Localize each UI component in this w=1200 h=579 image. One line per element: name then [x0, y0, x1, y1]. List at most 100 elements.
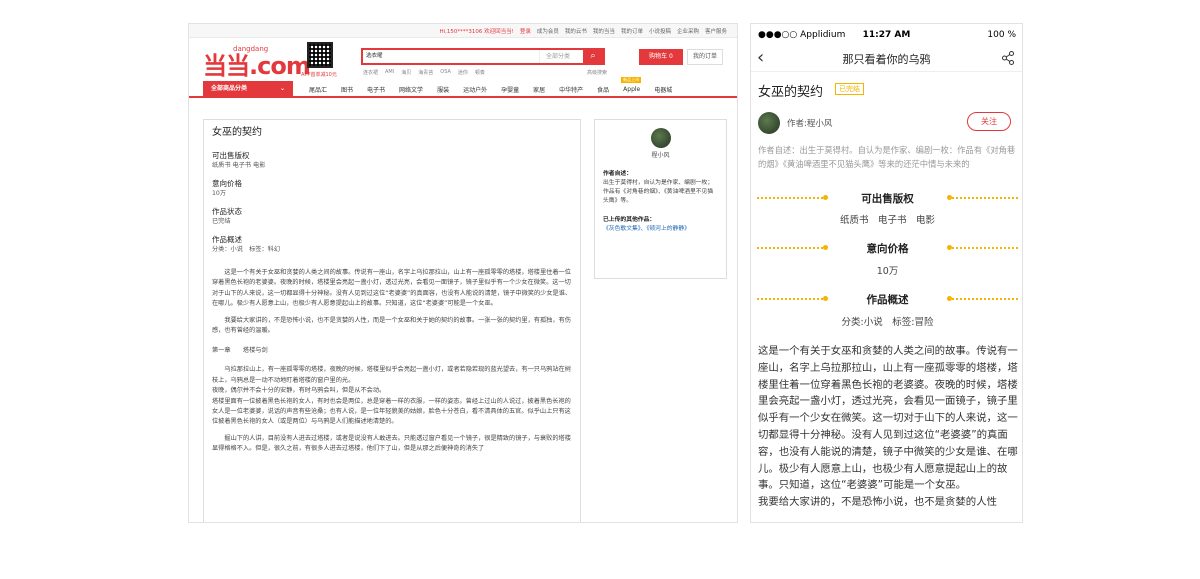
other-works-links[interactable]: 《灰色歌文集》、《顿河上的静静》: [603, 225, 718, 234]
hot-word[interactable]: 海贝: [401, 69, 411, 76]
hot-word[interactable]: 连衣裙: [363, 69, 378, 76]
summary-section-heading: 作品概述: [751, 292, 1022, 307]
top-link[interactable]: 客户服务: [705, 27, 727, 35]
other-works-label: 已上传的其他作品：: [603, 217, 656, 223]
header: dangdang 当当.com APP首单减10元 选衣曜 全部分类 ⌕ 连衣裙…: [189, 38, 737, 82]
nav-item[interactable]: 服装: [437, 85, 449, 94]
summary-paragraph: 这是一个有关于女巫和贪婪的人类之间的故事。传说有一座山，名字上乌拉那拉山，山上有…: [212, 269, 572, 308]
battery: 100 %: [987, 30, 1016, 40]
category-nav: 全部商品分类 ⌄ 尾品汇 图书 电子书 网络文学 服装 运动户外 孕婴童 家居 …: [189, 76, 737, 98]
follow-button[interactable]: 关注: [967, 112, 1011, 131]
author-name[interactable]: 作者:程小风: [787, 117, 832, 129]
summary-paragraph: 我要给大家讲的，不是恐怖小说，也不是贪婪的人性，而是一个女巫和关于她的契约的故事…: [212, 316, 571, 335]
author-card: 程小风 作者自述： 出生于莫得村，自认为是作家、编剧一枚；作品有《对角巷的烟》、…: [594, 119, 727, 279]
become-member-link[interactable]: 成为会员: [537, 27, 559, 35]
chapter-paragraph: 乌拉那拉山上，有一座孤零零的塔楼，夜晚的时候，塔楼里似乎会亮起一盏小灯，或者若隐…: [212, 366, 571, 384]
price-section-heading: 意向价格: [751, 241, 1022, 256]
desktop-page: Hi,150****3106 欢迎回当当! 登录 成为会员 我的云书 我的当当 …: [188, 23, 738, 523]
nav-item-apple[interactable]: 新品上市 Apple: [621, 76, 642, 93]
app-caption: APP首单减10元: [301, 72, 337, 78]
cart-button[interactable]: 购物车 0: [639, 49, 683, 65]
chapter-paragraph: 塔楼里面有一位披着黑色长袍的女人，有时也会是两位，总是穿着一样的衣服，一样的姿态…: [212, 397, 571, 426]
status-badge: 已完结: [835, 83, 864, 95]
nav-title: 那只看着你的乌鸦: [842, 53, 931, 66]
work-detail: 女巫的契约 可出售版权 纸质书 电子书 电影 意向价格 10万 作品状态 已完结…: [203, 119, 581, 522]
top-link[interactable]: 我的云书: [565, 27, 587, 35]
nav-item-label: Apple: [623, 85, 641, 93]
summary-tags: 分类:小说 标签:冒险: [841, 317, 934, 328]
search-input[interactable]: 选衣曜: [363, 50, 539, 63]
search-button[interactable]: ⌕: [583, 50, 603, 63]
top-link[interactable]: 我的当当: [593, 27, 615, 35]
rights-label: 可出售版权: [212, 151, 250, 160]
new-tag: 新品上市: [621, 76, 642, 83]
all-categories-button[interactable]: 全部商品分类 ⌄: [203, 81, 293, 97]
hot-word[interactable]: 顿奏: [475, 69, 485, 76]
summary-paragraph: 这是一个有关于女巫和贪婪的人类之间的故事。传说有一座山，名字上乌拉那拉山，山上有…: [758, 345, 1018, 492]
nav-item[interactable]: 图书: [341, 85, 353, 94]
author-avatar[interactable]: [650, 128, 671, 148]
nav-item[interactable]: 孕婴童: [501, 85, 519, 94]
dangdang-logo[interactable]: dangdang 当当.com: [203, 45, 311, 81]
app-bar: ‹ 那只看着你的乌鸦: [751, 46, 1022, 72]
hot-word[interactable]: AMI: [385, 69, 394, 76]
status-value: 已完结: [212, 218, 231, 225]
hot-word[interactable]: 迷你: [458, 69, 468, 76]
chevron-down-icon: ⌄: [279, 85, 285, 92]
hot-word[interactable]: OSA: [440, 69, 451, 76]
greeting: Hi,150****3106 欢迎回当当!: [439, 28, 514, 35]
rights-section-heading: 可出售版权: [751, 191, 1022, 206]
price-label: 意向价格: [866, 243, 909, 255]
nav-item[interactable]: 运动户外: [463, 85, 487, 94]
work-title: 女巫的契约: [212, 127, 262, 138]
chapter-paragraph: 夜晚，偶尔并不会十分的安静，有时乌鸦会叫，但是从不会动。: [212, 387, 386, 395]
hot-word[interactable]: 海青苔: [418, 69, 433, 76]
rights-value: 纸质书 电子书 电影: [839, 215, 935, 226]
logo-main: 当当.com: [203, 52, 311, 80]
summary-tags: 分类：小说 标签：科幻: [212, 246, 281, 253]
mobile-page: ●●●○○ Applidium 11:27 AM 100 % ‹ 那只看着你的乌…: [750, 23, 1023, 523]
hot-words: 连衣裙 AMI 海贝 海青苔 OSA 迷你 顿奏: [363, 69, 485, 76]
price-value: 10万: [212, 190, 227, 197]
summary-label: 作品概述: [212, 235, 242, 244]
author-avatar[interactable]: [758, 112, 780, 134]
status-label: 作品状态: [212, 207, 242, 216]
author-intro: 作者自述：出生于莫得村。自认为是作家、编剧一枚：作品有《对角巷的烟》《黄油啤酒里…: [758, 145, 1016, 169]
top-link[interactable]: 企业采购: [677, 27, 699, 35]
status-bar: ●●●○○ Applidium 11:27 AM 100 %: [751, 24, 1022, 46]
login-link[interactable]: 登录: [520, 27, 531, 35]
top-link[interactable]: 我的订单: [621, 27, 643, 35]
summary-label: 作品概述: [866, 294, 909, 306]
work-title: 女巫的契约: [758, 85, 824, 100]
nav-item[interactable]: 家居: [533, 85, 545, 94]
search-bar: 选衣曜 全部分类 ⌕: [361, 48, 605, 65]
search-icon: ⌕: [590, 51, 596, 61]
nav-item[interactable]: 食品: [597, 85, 609, 94]
rights-label: 可出售版权: [861, 193, 914, 205]
nav-item[interactable]: 电子书: [367, 85, 385, 94]
clock: 11:27 AM: [862, 30, 911, 40]
chapter-title: 第一章 塔楼与剑: [212, 347, 268, 355]
top-bar: Hi,150****3106 欢迎回当当! 登录 成为会员 我的云书 我的当当 …: [189, 24, 737, 38]
nav-item[interactable]: 中华特产: [559, 85, 583, 94]
author-self-label: 作者自述：: [603, 171, 632, 177]
nav-item[interactable]: 尾品汇: [309, 85, 327, 94]
search-category-select[interactable]: 全部分类: [539, 50, 583, 63]
summary-text: 这是一个有关于女巫和贪婪的人类之间的故事。传说有一座山，名字上乌拉那拉山，山上有…: [758, 343, 1018, 511]
share-icon[interactable]: [1002, 51, 1014, 65]
price-value: 10万: [876, 266, 899, 277]
all-categories-label: 全部商品分类: [211, 85, 248, 92]
qr-code-icon: [307, 42, 333, 68]
price-label: 意向价格: [212, 179, 242, 188]
my-orders-button[interactable]: 我的订单: [687, 49, 723, 65]
nav-item[interactable]: 网络文学: [399, 85, 423, 94]
author-self-text: 出生于莫得村，自认为是作家、编剧一枚；作品有《对角巷的烟》、《黄油啤酒里不见猫头…: [603, 180, 714, 204]
top-link[interactable]: 小说投稿: [649, 27, 671, 35]
nav-item[interactable]: 电器城: [654, 85, 672, 94]
author-name[interactable]: 程小风: [603, 151, 718, 160]
rights-value: 纸质书 电子书 电影: [212, 162, 266, 169]
logo-subtext: dangdang: [233, 45, 269, 53]
advanced-search-link[interactable]: 高级搜索: [587, 69, 607, 76]
summary-paragraph: 我要给大家讲的，不是恐怖小说，也不是贪婪的人性: [758, 496, 997, 509]
chapter-paragraph: 掘山下的人讲，目前没有人进去过塔楼，或者是说没有人敢进去。只能透过窗户看见一个镜…: [212, 434, 571, 453]
